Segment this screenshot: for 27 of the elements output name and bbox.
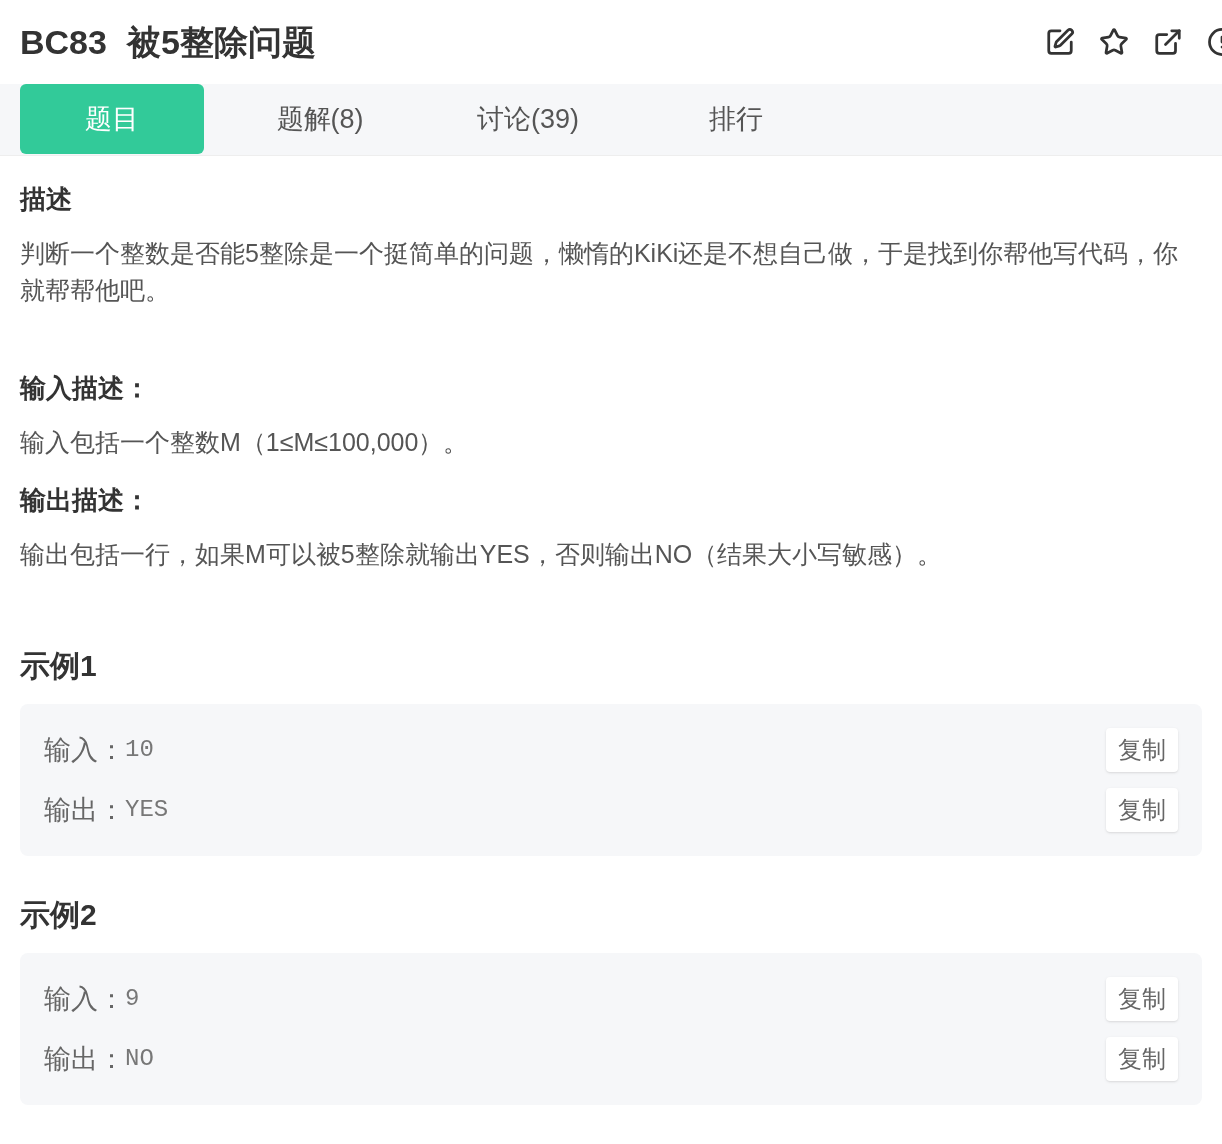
example-label: 输入： (44, 733, 125, 767)
star-icon[interactable] (1099, 27, 1129, 57)
tab[interactable]: 讨论(39) (436, 84, 620, 154)
external-link-icon[interactable] (1153, 27, 1183, 57)
tab[interactable]: 题解(8) (228, 84, 412, 154)
problem-title: BC83 被5整除问题 (20, 21, 316, 63)
section-text: 判断一个整数是否能5整除是一个挺简单的问题，懒惰的KiKi还是不想自己做，于是找到你帮他写代码，你就帮帮他吧。 (20, 238, 1180, 306)
section-heading: 输入描述： (20, 372, 151, 405)
section-heading: 描述 (20, 183, 73, 216)
example-value: NO (125, 1044, 154, 1074)
example-label: 输出： (44, 1042, 125, 1076)
example-heading: 示例1 (20, 648, 98, 684)
example-value: 9 (125, 984, 140, 1014)
copy-button[interactable]: 复制 (1106, 1037, 1178, 1081)
example-value: 10 (125, 735, 154, 765)
example-value: YES (125, 795, 169, 825)
example-heading: 示例2 (20, 897, 98, 933)
section-text: 输入包括一个整数M（1≤M≤100,000）。 (20, 427, 470, 458)
section-heading: 输出描述： (20, 484, 151, 517)
example-label: 输入： (44, 982, 125, 1016)
copy-button[interactable]: 复制 (1106, 788, 1178, 832)
example-label: 输出： (44, 793, 125, 827)
edit-icon[interactable] (1045, 27, 1075, 57)
section-text: 输出包括一行，如果M可以被5整除就输出YES，否则输出NO（结果大小写敏感）。 (20, 539, 944, 570)
tab[interactable]: 排行 (644, 84, 828, 154)
copy-button[interactable]: 复制 (1106, 728, 1178, 772)
copy-button[interactable]: 复制 (1106, 977, 1178, 1021)
